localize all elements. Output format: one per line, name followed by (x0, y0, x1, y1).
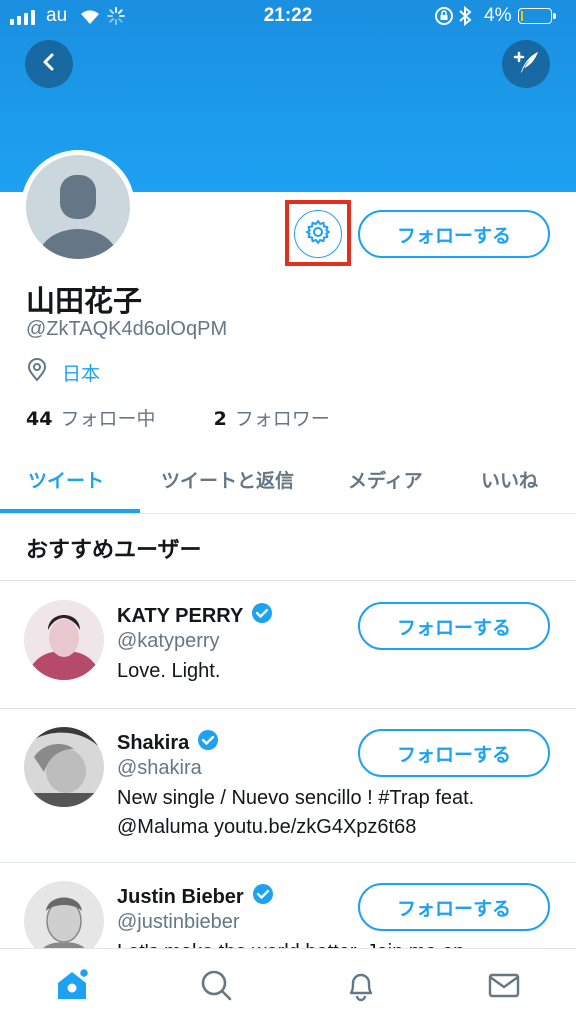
follow-user-button[interactable]: フォローする (358, 883, 550, 931)
user-name: KATY PERRY (117, 604, 244, 627)
followers-link[interactable]: 2 フォロワー (214, 408, 330, 430)
chevron-left-icon (38, 51, 60, 77)
user-name-line: KATY PERRY (117, 602, 273, 630)
profile-handle: @ZkTAQK4d6olOqPM (26, 318, 228, 340)
user-name: Justin Bieber (117, 885, 244, 908)
location-text[interactable]: 日本 (62, 359, 100, 386)
user-avatar[interactable] (24, 600, 104, 680)
back-button[interactable] (25, 40, 73, 88)
follow-button[interactable]: フォローする (358, 210, 550, 258)
divider (0, 862, 576, 863)
recommended-users-title: おすすめユーザー (26, 538, 202, 563)
tab-likes[interactable]: いいね (481, 466, 538, 493)
bell-icon (344, 968, 378, 1006)
verified-badge-icon (251, 602, 273, 630)
default-avatar-icon (26, 155, 130, 259)
followers-count: 2 (213, 408, 227, 430)
user-name-line: Shakira (117, 729, 219, 757)
tab-media[interactable]: メディア (348, 466, 423, 493)
bottom-tab-bar (0, 948, 576, 1025)
verified-badge-icon (252, 883, 274, 911)
profile-location: 日本 (26, 358, 100, 387)
search-icon (199, 968, 233, 1006)
compose-tweet-icon (511, 47, 541, 81)
divider (0, 580, 576, 581)
user-bio: New single / Nuevo sencillo ! #Trap feat… (117, 787, 475, 838)
status-bar: au 21:22 4% (0, 0, 576, 34)
orientation-lock-icon (434, 6, 454, 31)
following-label: フォロー中 (60, 408, 156, 430)
location-pin-icon (26, 358, 48, 387)
follow-user-button[interactable]: フォローする (358, 729, 550, 777)
mail-icon (487, 968, 521, 1006)
user-avatar[interactable] (24, 727, 104, 807)
user-handle: @shakira (117, 757, 202, 779)
bluetooth-icon (458, 5, 472, 32)
follow-user-button[interactable]: フォローする (358, 602, 550, 650)
home-icon (53, 966, 91, 1008)
divider (0, 708, 576, 709)
settings-highlight-box (285, 200, 351, 266)
profile-avatar[interactable] (21, 150, 135, 264)
battery-icon (518, 8, 556, 24)
active-tab-indicator (0, 509, 140, 513)
tab-tweets-and-replies[interactable]: ツイートと返信 (161, 466, 294, 493)
nav-messages[interactable] (484, 967, 524, 1007)
nav-search[interactable] (196, 967, 236, 1007)
profile-tabs: ツイート ツイートと返信 メディア いいね (0, 450, 576, 514)
nav-home[interactable] (52, 967, 92, 1007)
user-name: Shakira (117, 731, 190, 754)
following-count: 44 (26, 408, 53, 430)
following-link[interactable]: 44 フォロー中 (26, 408, 155, 430)
profile-name: 山田花子 (26, 284, 143, 318)
battery-percent: 4% (484, 5, 512, 26)
followers-label: フォロワー (234, 408, 330, 430)
user-name-line: Justin Bieber (117, 883, 274, 911)
compose-tweet-button[interactable] (502, 40, 550, 88)
user-bio: Love. Light. (117, 660, 221, 682)
tab-tweets[interactable]: ツイート (28, 466, 104, 493)
user-handle: @katyperry (117, 630, 220, 652)
verified-badge-icon (197, 729, 219, 757)
nav-notifications[interactable] (341, 967, 381, 1007)
user-handle: @justinbieber (117, 911, 240, 933)
follow-counts: 44 フォロー中 2 フォロワー (26, 404, 330, 431)
